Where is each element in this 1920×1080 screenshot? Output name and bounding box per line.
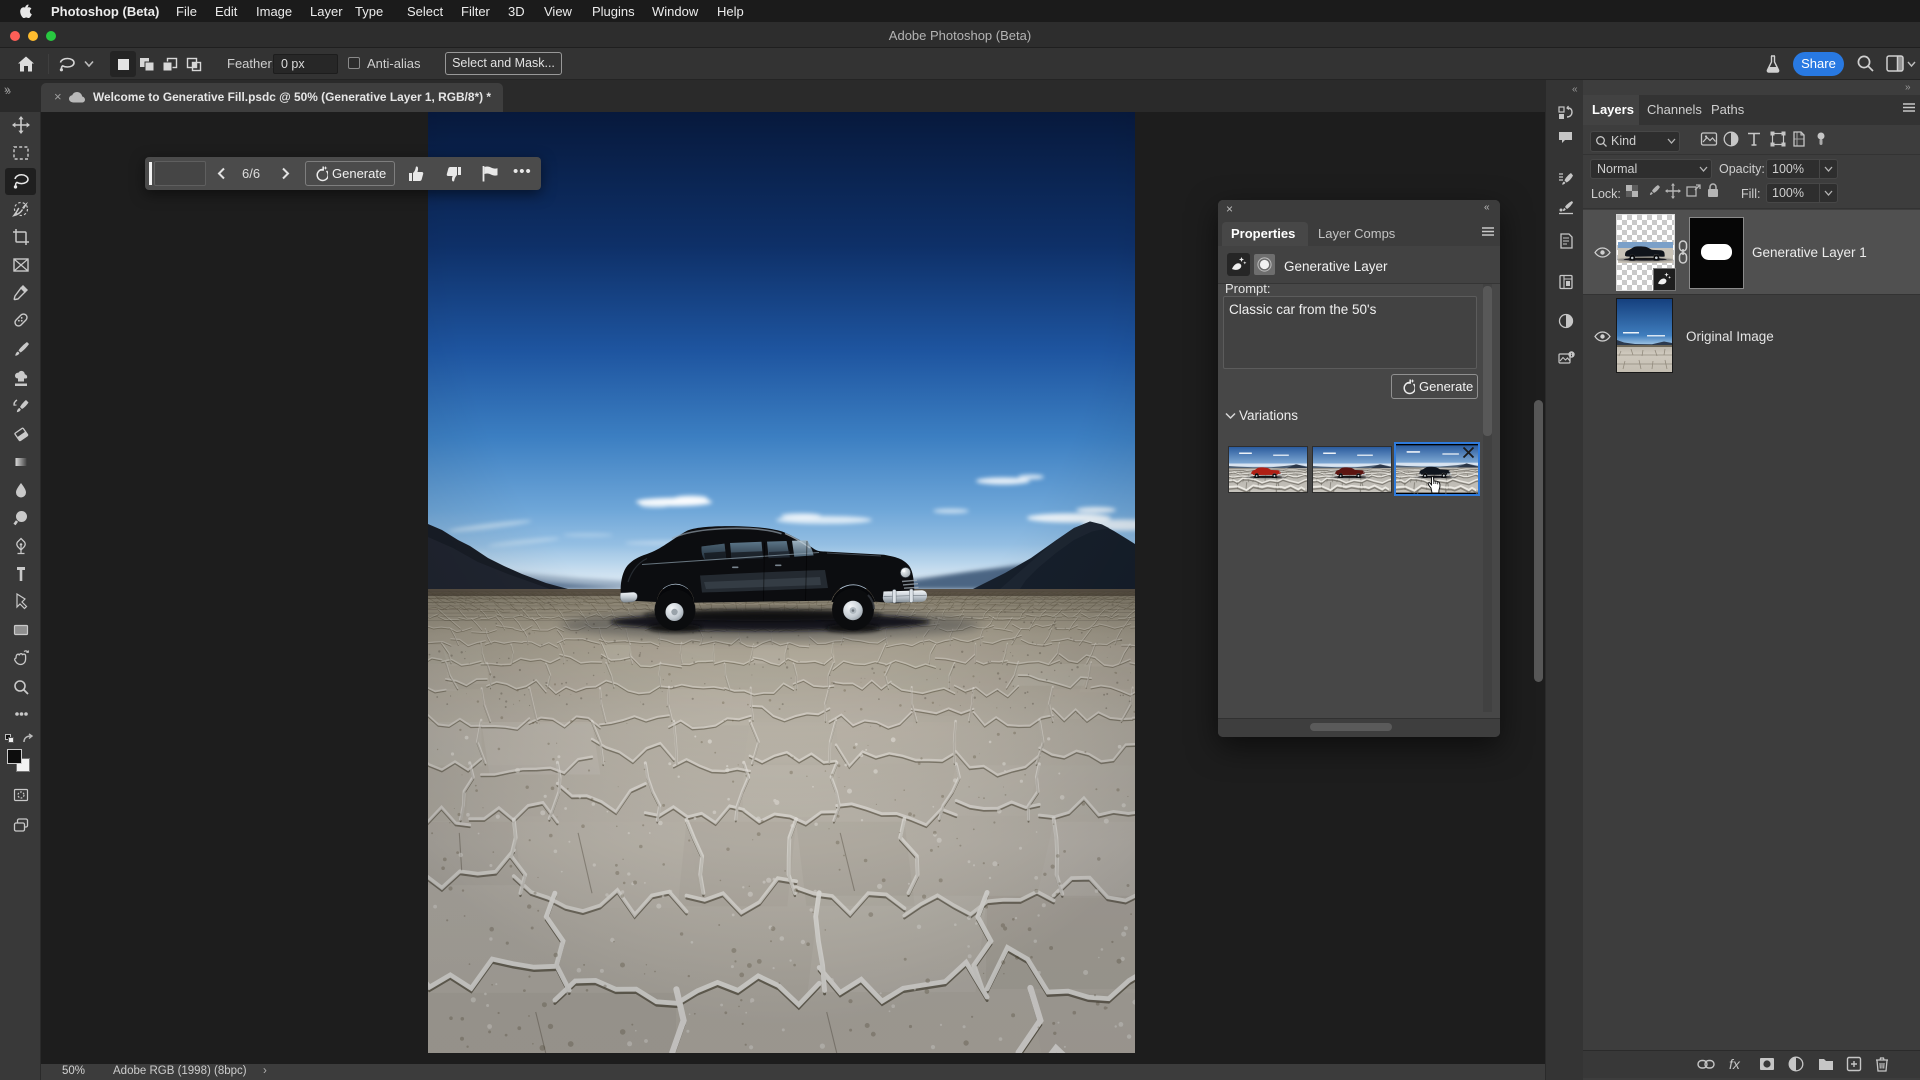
svg-text:fx: fx xyxy=(1729,1056,1741,1072)
